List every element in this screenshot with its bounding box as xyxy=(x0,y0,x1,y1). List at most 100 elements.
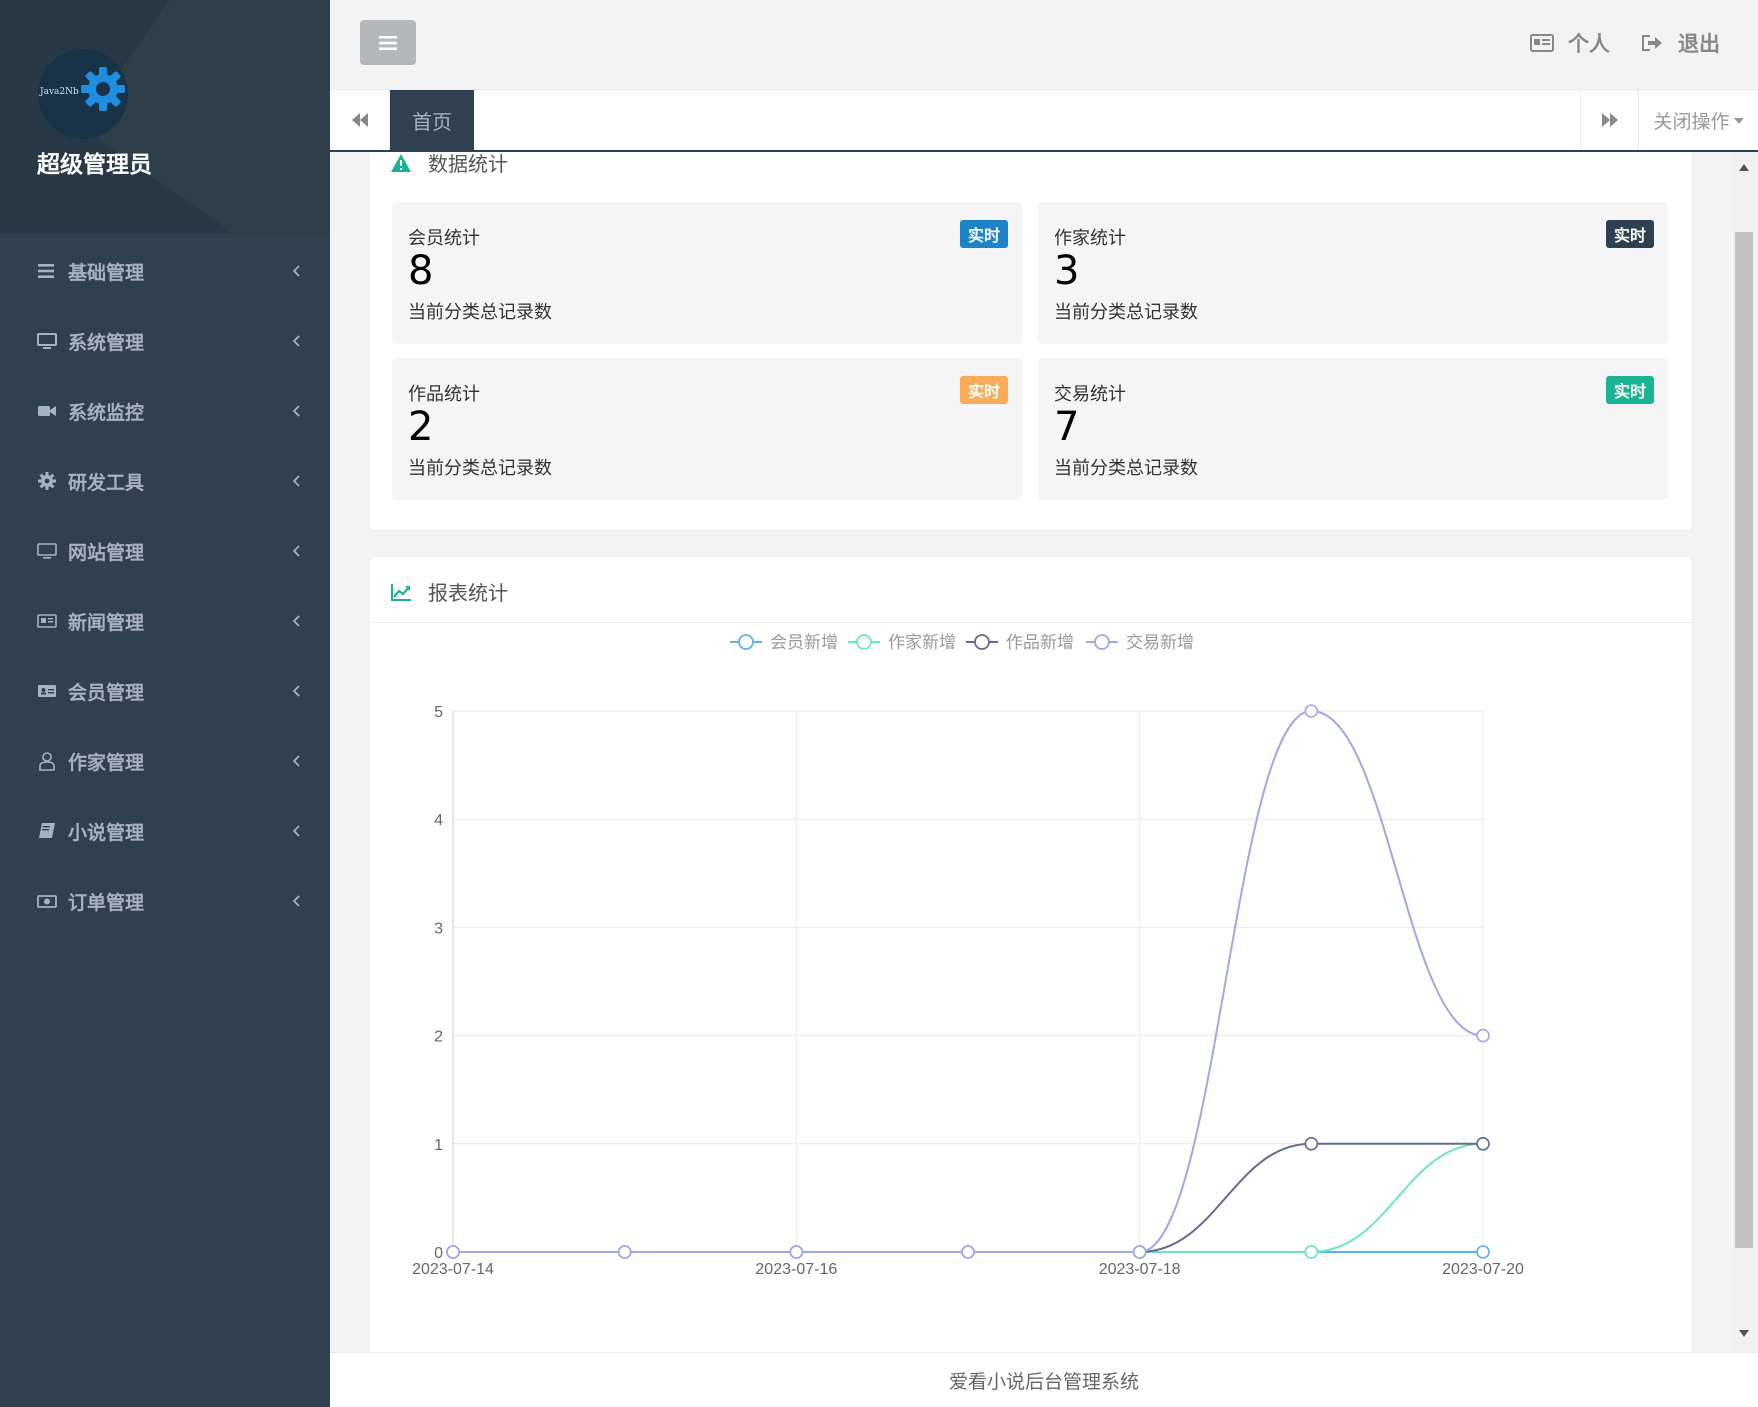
stat-title: 作家统计 xyxy=(1054,228,1126,249)
sidebar-item-label: 小说管理 xyxy=(68,821,145,844)
sidebar-item-label: 基础管理 xyxy=(68,261,145,284)
logout-link[interactable]: 退出 xyxy=(1640,28,1720,58)
tab-scroll-right-button[interactable] xyxy=(1580,90,1638,150)
footer-text: 爱看小说后台管理系统 xyxy=(948,1370,1139,1393)
gear-logo-icon xyxy=(81,67,125,111)
series-line xyxy=(453,709,1484,1253)
menu-toggle-button[interactable] xyxy=(360,20,416,65)
scroll-down-arrow[interactable] xyxy=(1739,1330,1749,1337)
list-icon xyxy=(38,264,54,278)
stat-subtitle: 当前分类总记录数 xyxy=(408,302,552,323)
line-chart-icon xyxy=(391,583,411,601)
logo[interactable]: Java2Nb xyxy=(38,49,128,139)
money-icon xyxy=(37,895,57,908)
chevron-left-icon xyxy=(292,335,300,347)
newspaper-icon xyxy=(37,614,57,628)
video-camera-icon xyxy=(38,406,56,416)
tab-home[interactable]: 首页 xyxy=(390,90,474,150)
tab-bar: 首页 关闭操作 xyxy=(330,90,1758,152)
chevron-left-icon xyxy=(292,475,300,487)
chevron-left-icon xyxy=(292,545,300,557)
sidebar-item-website[interactable]: 网站管理 xyxy=(0,516,330,586)
realtime-badge: 实时 xyxy=(959,376,1008,404)
user-name[interactable]: 超级管理员 xyxy=(37,145,152,179)
user-icon xyxy=(39,752,55,771)
sidebar-item-novels[interactable]: 小说管理 xyxy=(0,796,330,866)
sidebar-item-members[interactable]: 会员管理 xyxy=(0,656,330,726)
warning-icon xyxy=(391,153,411,172)
stat-title: 交易统计 xyxy=(1054,384,1126,405)
sidebar-item-label: 研发工具 xyxy=(68,471,145,494)
chevron-left-icon xyxy=(292,265,300,277)
sidebar-item-label: 系统监控 xyxy=(68,401,145,424)
data-point xyxy=(1476,1028,1490,1043)
close-operations-label: 关闭操作 xyxy=(1653,110,1730,133)
sidebar-item-authors[interactable]: 作家管理 xyxy=(0,726,330,796)
series-line xyxy=(453,1142,1483,1253)
legend-marker xyxy=(974,634,990,650)
close-operations-dropdown[interactable]: 关闭操作 xyxy=(1638,90,1758,150)
realtime-badge: 实时 xyxy=(959,220,1008,248)
chart-panel-title: 报表统计 xyxy=(390,577,508,606)
stats-title-text: 数据统计 xyxy=(428,152,508,176)
legend-label: 交易新增 xyxy=(1126,633,1194,653)
data-point xyxy=(446,1245,460,1259)
data-point xyxy=(961,1245,975,1259)
chart-title-text: 报表统计 xyxy=(428,581,508,605)
y-tick-label: 4 xyxy=(434,812,443,829)
x-tick-label: 2023-07-16 xyxy=(755,1261,837,1278)
sidebar-item-monitor[interactable]: 系统监控 xyxy=(0,376,330,446)
footer: 爱看小说后台管理系统 xyxy=(330,1352,1758,1407)
series-line xyxy=(453,1142,1484,1253)
desktop-icon xyxy=(37,333,57,349)
data-point xyxy=(1476,1245,1490,1259)
stat-card-works: 作品统计 实时 2 当前分类总记录数 xyxy=(392,358,1022,500)
data-point xyxy=(1304,1245,1319,1259)
sidebar-item-label: 新闻管理 xyxy=(68,611,145,634)
stat-subtitle: 当前分类总记录数 xyxy=(1054,302,1198,323)
profile-area: Java2Nb 超级管理员 xyxy=(0,0,330,234)
divider xyxy=(370,622,1692,623)
top-header: 个人 退出 xyxy=(330,0,1758,90)
stat-subtitle: 当前分类总记录数 xyxy=(408,458,552,479)
stats-panel-title: 数据统计 xyxy=(390,152,508,177)
scroll-up-arrow[interactable] xyxy=(1739,164,1749,171)
tab-scroll-left-button[interactable] xyxy=(330,90,390,150)
profile-link[interactable]: 个人 xyxy=(1530,28,1610,58)
sidebar-item-news[interactable]: 新闻管理 xyxy=(0,586,330,656)
x-tick-label: 2023-07-20 xyxy=(1442,1261,1524,1278)
header-actions: 个人 退出 xyxy=(1500,28,1720,58)
sidebar-item-label: 会员管理 xyxy=(68,681,145,704)
gear-icon xyxy=(38,472,56,490)
sidebar-item-devtools[interactable]: 研发工具 xyxy=(0,446,330,516)
chevron-left-icon xyxy=(292,615,300,627)
stat-value: 3 xyxy=(1054,248,1080,294)
sign-out-icon xyxy=(1642,35,1662,51)
sidebar-item-label: 订单管理 xyxy=(68,891,145,914)
line-chart: 0 1 2 3 4 5 2023-07-14 2023-07-16 2023-07-18 2023… xyxy=(412,633,1524,1278)
stat-title: 会员统计 xyxy=(408,228,480,249)
chevron-left-icon xyxy=(292,895,300,907)
id-card-icon xyxy=(38,685,56,697)
stat-value: 2 xyxy=(408,404,434,450)
sidebar-item-orders[interactable]: 订单管理 xyxy=(0,866,330,936)
sidebar-item-label: 系统管理 xyxy=(68,331,145,354)
y-tick-label: 0 xyxy=(434,1245,443,1262)
stat-value: 7 xyxy=(1054,404,1080,450)
scrollbar-thumb[interactable] xyxy=(1735,232,1753,1248)
chevron-left-icon xyxy=(292,405,300,417)
y-tick-label: 1 xyxy=(434,1137,443,1154)
data-point xyxy=(1476,1136,1490,1151)
sidebar-item-basic[interactable]: 基础管理 xyxy=(0,236,330,306)
scrollbar[interactable] xyxy=(1730,152,1758,1352)
legend-marker xyxy=(1094,634,1110,650)
x-tick-label: 2023-07-18 xyxy=(1099,1261,1181,1278)
stat-card-transactions: 交易统计 实时 7 当前分类总记录数 xyxy=(1038,358,1668,500)
sidebar-item-label: 网站管理 xyxy=(68,541,145,564)
stat-value: 8 xyxy=(408,248,434,294)
hamburger-icon xyxy=(379,35,397,50)
sidebar-item-system[interactable]: 系统管理 xyxy=(0,306,330,376)
sidebar-nav: 基础管理 系统管理 系统监控 研发工具 网站管理 新闻管理 会员管理 作家管理 … xyxy=(0,236,330,936)
legend-label: 会员新增 xyxy=(770,633,838,653)
profile-label: 个人 xyxy=(1568,32,1610,56)
